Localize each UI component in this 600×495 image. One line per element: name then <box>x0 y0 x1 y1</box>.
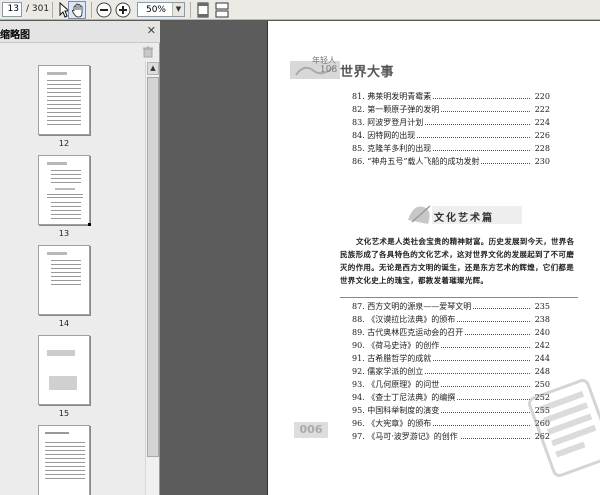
thumbnail-list[interactable]: 12 13 14 15 <box>0 61 146 495</box>
section-intro: 文化艺术是人类社会宝贵的精神财富。历史发展到今天，世界各民族形成了各具特色的文化… <box>340 237 575 285</box>
toc-entry[interactable]: 93. 《几何原理》的问世 250 <box>352 379 550 391</box>
zoom-in-icon[interactable] <box>114 1 132 19</box>
toolbar: 13 / 301 50% ▼ <box>0 0 600 20</box>
page-thumbnail[interactable] <box>38 335 90 405</box>
toolbar-separator <box>91 2 92 18</box>
toc-entry[interactable]: 81. 弗莱明发明青霉素 220 <box>352 91 550 103</box>
toc-entry[interactable]: 88. 《汉谟拉比法典》的颁布 238 <box>352 314 550 326</box>
toc-entry[interactable]: 84. 因特网的出现 226 <box>352 130 550 142</box>
hand-tool-icon[interactable] <box>68 1 86 19</box>
thumbnail-label: 15 <box>58 409 70 418</box>
document-view[interactable]: 年轻人 108 世界大事 81. 弗莱明发明青霉素 220 82. 第一颗原子弹的… <box>161 21 600 495</box>
zoom-value: 50% <box>145 5 166 15</box>
toc-entry[interactable]: 94. 《查士丁尼法典》的编撰 252 <box>352 392 550 404</box>
two-page-icon[interactable] <box>213 1 231 19</box>
sidebar-header: 缩略图 ✕ <box>0 21 160 43</box>
page-thumbnail-current[interactable] <box>38 155 90 225</box>
page-number: 006 <box>294 422 328 438</box>
toc-entry[interactable]: 83. 阿波罗登月计划 224 <box>352 117 550 129</box>
header-number: 108 <box>320 65 338 75</box>
thumbnail-label: 13 <box>58 229 70 238</box>
section-title: 文化艺术篇 <box>434 213 494 224</box>
page-thumbnail[interactable] <box>38 425 90 495</box>
sidebar-toolbar <box>0 44 160 60</box>
toc-entry[interactable]: 97. 《马可·波罗游记》的创作 262 <box>352 431 550 443</box>
toc-entry[interactable]: 86. “神舟五号”载人飞船的成功发射 230 <box>352 156 550 168</box>
book-title: 世界大事 <box>340 65 395 80</box>
toc-entry[interactable]: 89. 古代奥林匹克运动会的召开 240 <box>352 327 550 339</box>
divider <box>340 297 578 298</box>
thumbnail-sidebar: 缩略图 ✕ 12 13 14 15 ▲ <box>0 21 160 495</box>
close-icon[interactable]: ✕ <box>147 24 156 37</box>
zoom-out-icon[interactable] <box>95 1 113 19</box>
fit-page-icon[interactable] <box>194 1 212 19</box>
toc-entry[interactable]: 85. 克隆羊多利的出现 228 <box>352 143 550 155</box>
scrollbar-thumb[interactable] <box>147 77 159 457</box>
thumbnail-label: 14 <box>58 319 70 328</box>
toc-entry[interactable]: 95. 中国科举制度的演变255 <box>352 405 550 417</box>
toc-entry[interactable]: 82. 第一颗原子弹的发明 222 <box>352 104 550 116</box>
zoom-dropdown-icon[interactable]: ▼ <box>172 3 184 16</box>
current-page-marker <box>88 223 91 226</box>
zoom-select[interactable]: 50% ▼ <box>137 2 185 17</box>
toolbar-separator <box>52 2 53 18</box>
scroll-up-icon[interactable]: ▲ <box>147 62 159 75</box>
toc-entry[interactable]: 96. 《大宪章》的颁布 260 <box>352 418 550 430</box>
sidebar-scrollbar[interactable]: ▲ <box>145 61 159 495</box>
page-total: / 301 <box>26 4 50 14</box>
toolbar-separator <box>190 2 191 18</box>
trash-icon[interactable] <box>142 46 154 58</box>
page-number-input[interactable]: 13 <box>2 2 22 17</box>
page-thumbnail[interactable] <box>38 245 90 315</box>
pdf-page: 年轻人 108 世界大事 81. 弗莱明发明青霉素 220 82. 第一颗原子弹的… <box>267 21 600 495</box>
sidebar-title: 缩略图 <box>0 30 30 41</box>
toc-entry[interactable]: 87. 西方文明的源泉——爱琴文明 235 <box>352 301 550 313</box>
watermark-seal-icon <box>528 379 600 477</box>
toc-entry[interactable]: 92. 儒家学派的创立 248 <box>352 366 550 378</box>
toc-entry[interactable]: 91. 古希腊哲学的成就 244 <box>352 353 550 365</box>
page-thumbnail[interactable] <box>38 65 90 135</box>
thumbnail-label: 12 <box>58 139 70 148</box>
toc-entry[interactable]: 90. 《荷马史诗》的创作 242 <box>352 340 550 352</box>
